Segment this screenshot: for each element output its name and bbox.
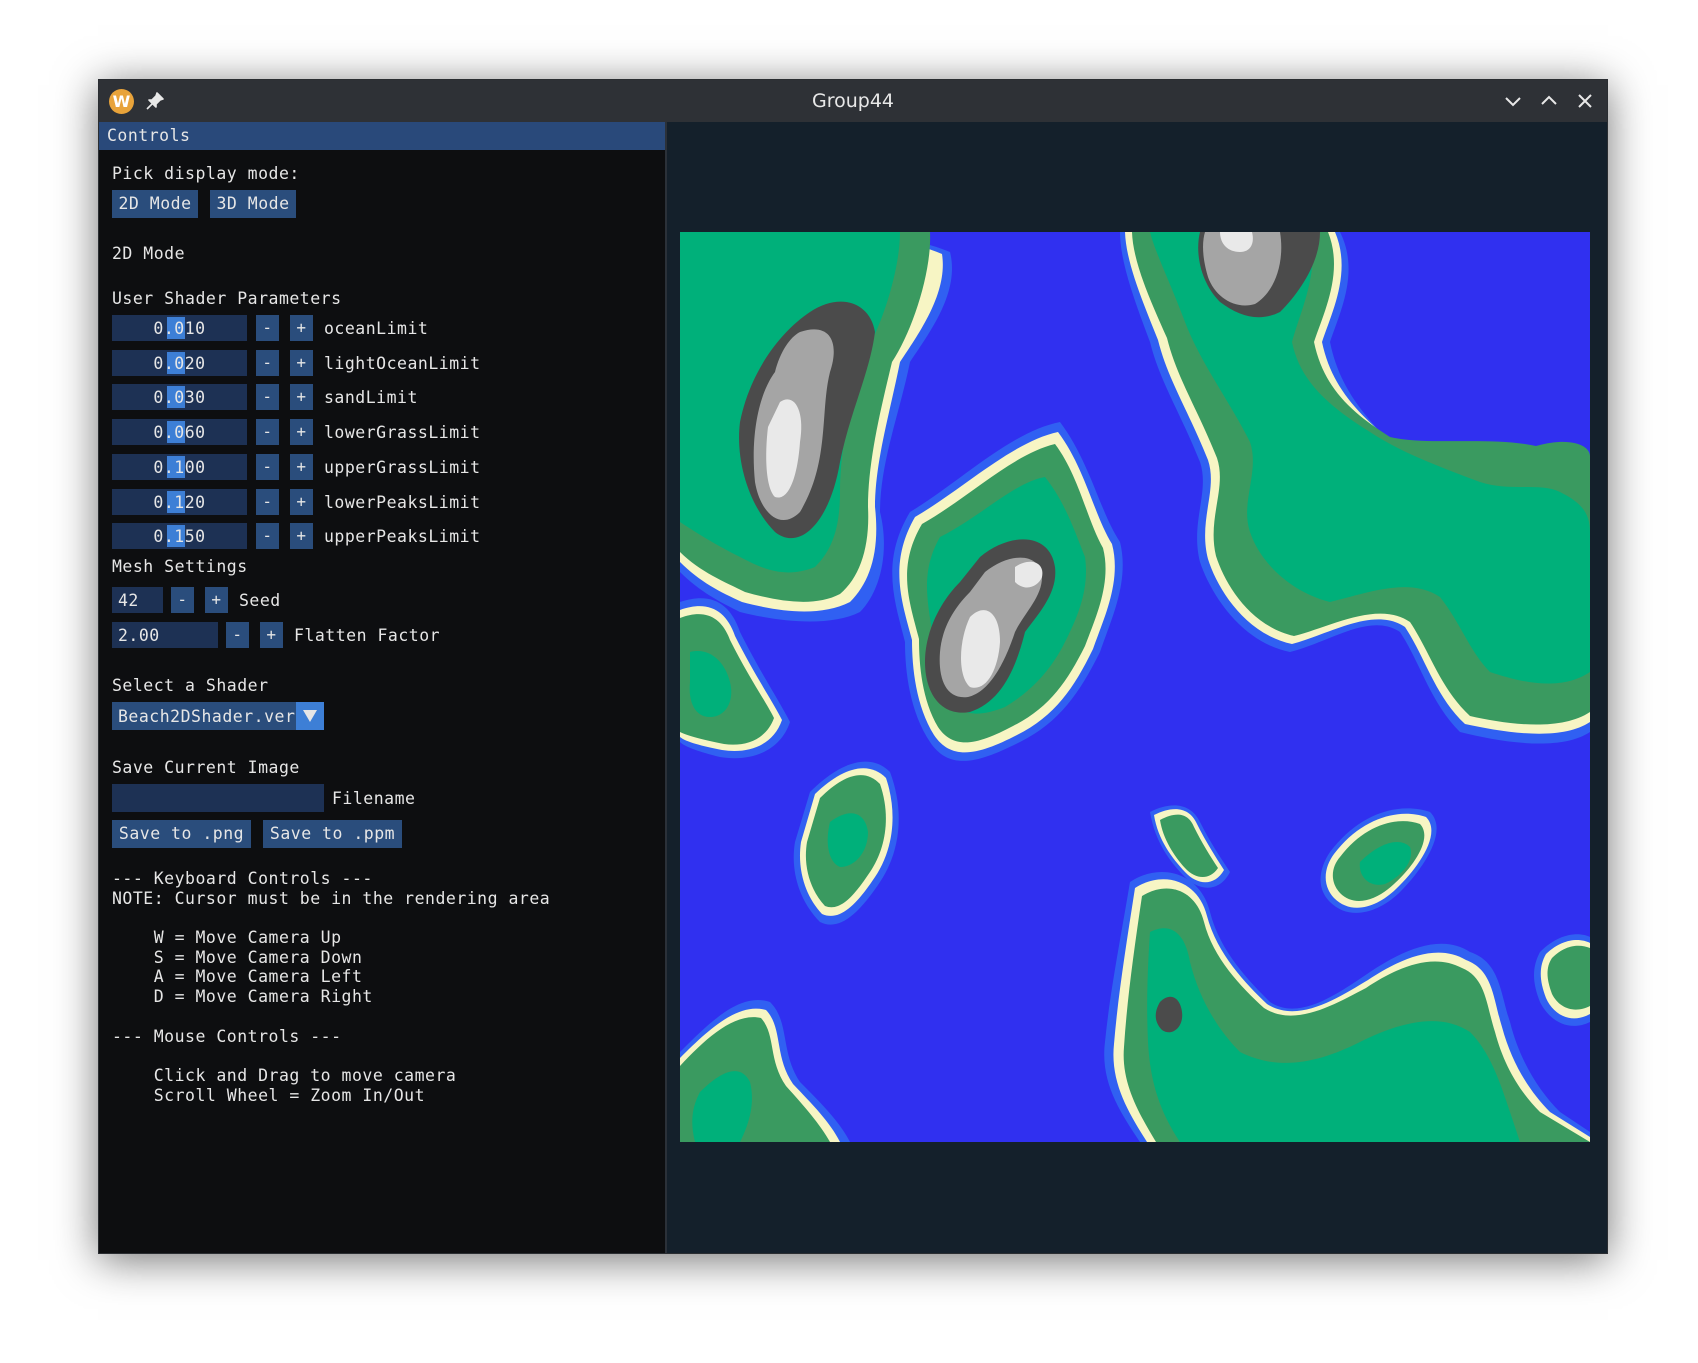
param-label: upperPeaksLimit bbox=[324, 527, 481, 546]
param-label: upperGrassLimit bbox=[324, 458, 481, 477]
help-line: Scroll Wheel = Zoom In/Out bbox=[112, 1085, 426, 1105]
param-label: lowerPeaksLimit bbox=[324, 493, 481, 512]
param-value: 0.150 bbox=[153, 527, 206, 546]
param-value: 0.010 bbox=[153, 319, 206, 338]
param-value: 0.120 bbox=[153, 493, 206, 512]
seed-increment-button[interactable]: + bbox=[205, 587, 228, 613]
param-increment-button[interactable]: + bbox=[290, 489, 313, 515]
param-label: oceanLimit bbox=[324, 319, 429, 338]
filename-label: Filename bbox=[332, 789, 416, 808]
flatten-factor-input[interactable]: 2.00 bbox=[112, 622, 218, 648]
seed-label: Seed bbox=[239, 591, 281, 610]
param-value: 0.100 bbox=[153, 458, 206, 477]
param-decrement-button[interactable]: - bbox=[256, 419, 279, 445]
param-value: 0.030 bbox=[153, 388, 206, 407]
2d-mode-button[interactable]: 2D Mode bbox=[112, 190, 198, 218]
window-title: Group44 bbox=[811, 90, 895, 112]
param-slider-oceanLimit[interactable]: 0.010 bbox=[112, 315, 247, 341]
param-decrement-button[interactable]: - bbox=[256, 523, 279, 549]
terrain-map[interactable] bbox=[680, 232, 1590, 1142]
param-increment-button[interactable]: + bbox=[290, 315, 313, 341]
help-line bbox=[112, 1046, 550, 1066]
minimize-icon[interactable] bbox=[1502, 90, 1524, 112]
shader-params-heading: User Shader Parameters bbox=[112, 289, 342, 308]
save-png-button[interactable]: Save to .png bbox=[112, 820, 251, 848]
title-bar[interactable]: W Group44 bbox=[99, 80, 1607, 122]
shader-select-value: Beach2DShader.ver bbox=[118, 707, 296, 726]
help-line: --- Keyboard Controls --- bbox=[112, 869, 373, 888]
help-line bbox=[112, 908, 550, 928]
flatten-decrement-button[interactable]: - bbox=[226, 622, 249, 648]
flatten-increment-button[interactable]: + bbox=[260, 622, 283, 648]
param-increment-button[interactable]: + bbox=[290, 523, 313, 549]
param-increment-button[interactable]: + bbox=[290, 419, 313, 445]
param-slider-sandLimit[interactable]: 0.030 bbox=[112, 384, 247, 410]
param-decrement-button[interactable]: - bbox=[256, 454, 279, 480]
shader-select[interactable]: Beach2DShader.ver bbox=[112, 702, 324, 730]
param-slider-upperGrassLimit[interactable]: 0.100 bbox=[112, 454, 247, 480]
param-value: 0.020 bbox=[153, 354, 206, 373]
help-line: W = Move Camera Up bbox=[112, 928, 342, 948]
flatten-factor-label: Flatten Factor bbox=[294, 626, 441, 645]
save-image-heading: Save Current Image bbox=[112, 758, 300, 777]
flatten-factor-value: 2.00 bbox=[118, 626, 160, 645]
close-icon[interactable] bbox=[1574, 90, 1596, 112]
param-label: lightOceanLimit bbox=[324, 354, 481, 373]
param-slider-lowerPeaksLimit[interactable]: 0.120 bbox=[112, 489, 247, 515]
param-label: lowerGrassLimit bbox=[324, 423, 481, 442]
pick-mode-label: Pick display mode: bbox=[112, 164, 300, 183]
help-line: --- Mouse Controls --- bbox=[112, 1026, 342, 1046]
mesh-settings-heading: Mesh Settings bbox=[112, 557, 248, 576]
param-value: 0.060 bbox=[153, 423, 206, 442]
param-label: sandLimit bbox=[324, 388, 418, 407]
param-increment-button[interactable]: + bbox=[290, 350, 313, 376]
help-line: Click and Drag to move camera bbox=[112, 1065, 457, 1085]
seed-value: 42 bbox=[118, 591, 139, 610]
param-slider-lowerGrassLimit[interactable]: 0.060 bbox=[112, 419, 247, 445]
app-window: W Group44 Controls Pick display mode: 2D… bbox=[98, 79, 1608, 1254]
rendering-area[interactable] bbox=[667, 122, 1607, 1253]
seed-decrement-button[interactable]: - bbox=[171, 587, 194, 613]
save-ppm-button[interactable]: Save to .ppm bbox=[263, 820, 402, 848]
controls-panel: Controls Pick display mode: 2D Mode 3D M… bbox=[99, 122, 667, 1253]
help-line: NOTE: Cursor must be in the rendering ar… bbox=[112, 888, 551, 908]
current-mode-label: 2D Mode bbox=[112, 244, 186, 263]
filename-input[interactable] bbox=[112, 784, 324, 812]
param-decrement-button[interactable]: - bbox=[256, 350, 279, 376]
select-shader-heading: Select a Shader bbox=[112, 676, 269, 695]
param-slider-lightOceanLimit[interactable]: 0.020 bbox=[112, 350, 247, 376]
help-line: A = Move Camera Left bbox=[112, 967, 363, 987]
param-increment-button[interactable]: + bbox=[290, 384, 313, 410]
3d-mode-button[interactable]: 3D Mode bbox=[210, 190, 296, 218]
param-decrement-button[interactable]: - bbox=[256, 489, 279, 515]
controls-header[interactable]: Controls bbox=[99, 122, 665, 150]
param-slider-upperPeaksLimit[interactable]: 0.150 bbox=[112, 523, 247, 549]
help-line: S = Move Camera Down bbox=[112, 947, 363, 967]
param-decrement-button[interactable]: - bbox=[256, 315, 279, 341]
chevron-down-icon[interactable] bbox=[296, 702, 324, 730]
help-line: D = Move Camera Right bbox=[112, 987, 373, 1007]
param-increment-button[interactable]: + bbox=[290, 454, 313, 480]
maximize-icon[interactable] bbox=[1538, 90, 1560, 112]
param-decrement-button[interactable]: - bbox=[256, 384, 279, 410]
seed-input[interactable]: 42 bbox=[112, 587, 163, 613]
help-line bbox=[112, 1007, 550, 1027]
help-text: --- Keyboard Controls --- NOTE: Cursor mu… bbox=[112, 869, 550, 1105]
